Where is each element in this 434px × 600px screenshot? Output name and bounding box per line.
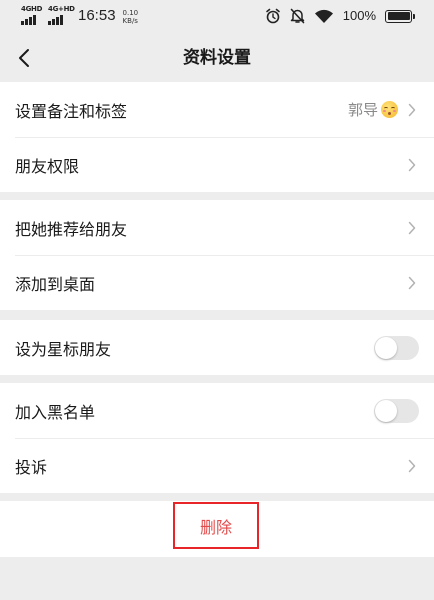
network-type-2: 4G+HD [48,5,75,13]
remark-value-text: 郭导 [347,101,378,119]
status-bar-left: 4GHD 4G+HD 16:53 0.10 KB/s [21,5,139,25]
blacklist-label: 加入黑名单 [15,402,96,422]
permissions-label: 朋友权限 [15,156,80,176]
chevron-right-icon [408,103,416,116]
complain-label: 投诉 [15,457,48,477]
permissions-row[interactable]: 朋友权限 [0,137,434,192]
star-toggle[interactable] [374,335,419,360]
chevron-right-icon [408,221,416,234]
battery-percent: 100% [342,8,376,23]
recommend-row[interactable]: 把她推荐给朋友 [0,200,434,255]
complain-row[interactable]: 投诉 [0,438,434,493]
delete-group: 删除 [0,501,434,557]
star-row: 设为星标朋友 [0,320,434,375]
page-title: 资料设置 [183,48,251,68]
settings-group-share: 把她推荐给朋友 添加到桌面 [0,200,434,310]
delete-label: 删除 [199,517,232,537]
network-speed: 0.10 KB/s [123,9,139,25]
chevron-right-icon [408,276,416,289]
kissing-face-emoji-icon [381,101,398,118]
chevron-right-icon [408,459,416,472]
add-desktop-row[interactable]: 添加到桌面 [0,255,434,310]
settings-group-star: 设为星标朋友 [0,320,434,375]
settings-group-remark: 设置备注和标签 郭导 朋友权限 [0,82,434,192]
settings-group-block: 加入黑名单 投诉 [0,383,434,493]
alarm-icon [265,8,280,24]
add-desktop-label: 添加到桌面 [15,274,96,294]
blacklist-row: 加入黑名单 [0,383,434,438]
status-bar-right: 100% [265,8,415,24]
blacklist-toggle-knob [375,399,397,422]
signal-2-icon: 4G+HD [48,6,75,25]
delete-button[interactable]: 删除 [173,502,259,549]
recommend-label: 把她推荐给朋友 [15,219,128,239]
battery-icon [385,9,415,23]
remark-label: 设置备注和标签 [15,101,128,121]
star-label: 设为星标朋友 [15,339,112,359]
signal-1-icon: 4GHD [21,5,43,25]
battery-fill [387,12,410,20]
nav-bar: 资料设置 [0,34,434,82]
network-speed-unit: KB/s [122,17,138,25]
network-speed-value: 0.10 [122,9,139,17]
status-time: 16:53 [78,7,116,24]
blacklist-toggle[interactable] [374,398,419,423]
status-bar: 4GHD 4G+HD 16:53 0.10 KB/s 100% [0,0,434,34]
wifi-icon [314,9,333,23]
remark-value: 郭导 [348,82,398,137]
mute-icon [290,8,305,24]
network-type-1: 4GHD [21,5,43,13]
star-toggle-knob [375,336,397,359]
remark-row[interactable]: 设置备注和标签 郭导 [0,82,434,137]
chevron-right-icon [408,158,416,171]
